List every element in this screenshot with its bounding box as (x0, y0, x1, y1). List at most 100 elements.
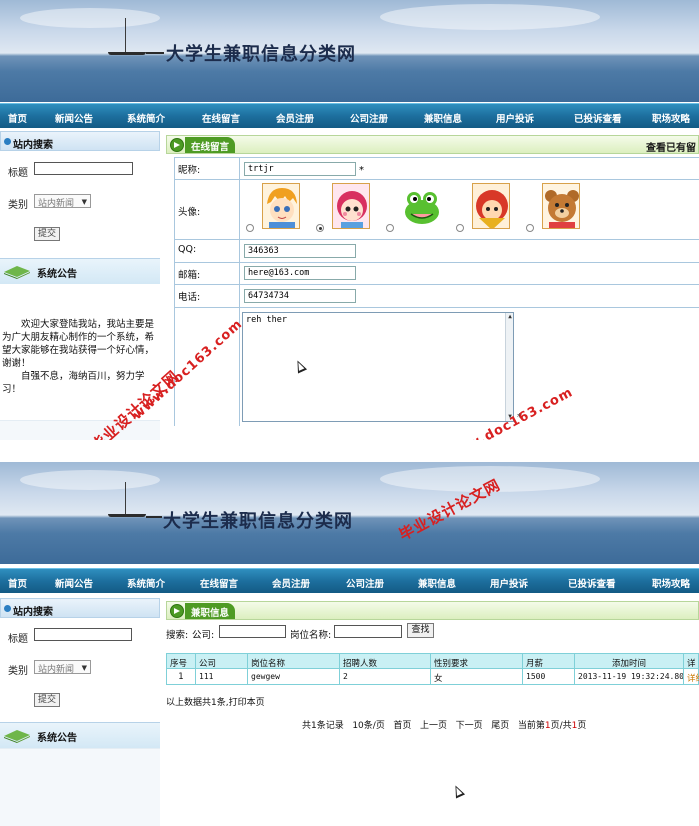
nav-item-news[interactable]: 新闻公告 (55, 111, 93, 125)
boat-hull (108, 514, 146, 517)
nav-item-home[interactable]: 首页 (8, 111, 27, 125)
avatar-radio-5[interactable] (526, 224, 534, 232)
nav-item-jobs[interactable]: 兼职信息 (418, 576, 456, 590)
avatar-radio-1[interactable] (246, 224, 254, 232)
table-row: 1 111 gewgew 2 女 1500 2013-11-19 19:32:2… (166, 669, 699, 685)
company-label: 公司: (192, 630, 215, 641)
title-search-input[interactable] (34, 162, 133, 175)
avatar-radio-3[interactable] (386, 224, 394, 232)
bullet-icon (4, 605, 11, 612)
category-select[interactable]: 站内新闻 ▼ (34, 660, 91, 675)
nav-item-intro[interactable]: 系统简介 (127, 576, 165, 590)
email-input[interactable]: here@163.com (244, 266, 356, 280)
nav-item-career[interactable]: 职场攻略 (652, 576, 690, 590)
required-mark: * (359, 165, 364, 176)
phone-input[interactable]: 64734734 (244, 289, 356, 303)
submit-search-button[interactable]: 提交 (34, 693, 60, 707)
search-panel-header: 站内搜索 (0, 131, 160, 151)
nav-item-company-register[interactable]: 公司注册 (350, 111, 388, 125)
search-panel-title: 站内搜索 (13, 607, 53, 618)
content-textarea[interactable]: reh ther ▲ ▼ (242, 312, 514, 422)
nav-item-intro[interactable]: 系统简介 (127, 111, 165, 125)
screenshot-jobs-page: 大学生兼职信息分类网 首页 新闻公告 系统简介 在线留言 会员注册 公司注册 兼… (0, 462, 699, 826)
nav-item-message[interactable]: 在线留言 (200, 576, 238, 590)
sidebar: 站内搜索 标题 类别 站内新闻 ▼ 提交 系统公告 (0, 596, 160, 826)
site-banner: 大学生兼职信息分类网 (0, 0, 699, 102)
book-icon (4, 730, 30, 743)
content-row: reh ther ▲ ▼ * (174, 308, 699, 426)
cell-company: 111 (196, 669, 248, 684)
position-search-input[interactable] (334, 625, 402, 638)
nav-item-message[interactable]: 在线留言 (202, 111, 240, 125)
last-page-link[interactable]: 尾页 (491, 721, 509, 731)
category-label: 类别 (8, 200, 28, 211)
chevron-down-icon: ▼ (81, 198, 87, 206)
cell-added-time: 2013-11-19 19:32:24.803 (575, 669, 684, 684)
prev-page-link[interactable]: 上一页 (420, 721, 447, 731)
view-messages-link[interactable]: 查看已有留 (646, 139, 696, 154)
qq-row: QQ: 346363 (174, 240, 699, 263)
frog-avatar-icon[interactable] (402, 183, 440, 229)
detail-link[interactable]: 详细 (684, 669, 699, 684)
phone-row: 电话: 64734734 (174, 285, 699, 308)
search-panel-header: 站内搜索 (0, 598, 160, 618)
company-search-input[interactable] (219, 625, 286, 638)
cell-index: 1 (167, 669, 196, 684)
notice-panel-title: 系统公告 (37, 733, 77, 744)
nav-item-register[interactable]: 会员注册 (276, 111, 314, 125)
site-title: 大学生兼职信息分类网 (166, 44, 356, 65)
cloud (380, 4, 600, 30)
submit-search-button[interactable]: 提交 (34, 227, 60, 241)
nav-item-complaint[interactable]: 用户投诉 (490, 576, 528, 590)
cell-salary: 1500 (523, 669, 575, 684)
content-text: reh ther (246, 315, 287, 325)
nav-item-complaint-view[interactable]: 已投诉查看 (568, 576, 616, 590)
boat-hull (108, 52, 146, 55)
per-page: 10条/页 (352, 721, 385, 731)
site-title: 大学生兼职信息分类网 (163, 511, 353, 532)
current-page-prefix: 当前第 (517, 721, 545, 731)
screenshot-message-page: 大学生兼职信息分类网 首页 新闻公告 系统简介 在线留言 会员注册 公司注册 兼… (0, 0, 699, 440)
table-header-row: 序号 公司 岗位名称 招聘人数 性别要求 月薪 添加时间 详 (166, 653, 699, 669)
notice-panel-header: 系统公告 (0, 722, 160, 748)
column-header: 详 (687, 659, 696, 668)
avatar-radio-4[interactable] (456, 224, 464, 232)
boy-avatar-icon[interactable] (262, 183, 300, 229)
next-page-link[interactable]: 下一页 (456, 721, 483, 731)
avatar-label: 头像: (174, 180, 240, 239)
nickname-input[interactable]: trtjr (244, 162, 356, 176)
notice-text: 欢迎大家登陆我站，我站主要是为广大朋友精心制作的一个系统，希望大家能够在我站获得… (2, 319, 155, 369)
banner-line (146, 52, 164, 54)
nav-item-register[interactable]: 会员注册 (272, 576, 310, 590)
girl-hood-avatar-icon[interactable] (472, 183, 510, 229)
find-button[interactable]: 查找 (407, 623, 434, 638)
nav-item-complaint-view[interactable]: 已投诉查看 (574, 111, 622, 125)
column-header: 添加时间 (575, 654, 684, 668)
first-page-link[interactable]: 首页 (393, 721, 411, 731)
cell-gender: 女 (431, 669, 523, 684)
nav-item-complaint[interactable]: 用户投诉 (496, 111, 534, 125)
qq-input[interactable]: 346363 (244, 244, 356, 258)
nav-item-career[interactable]: 职场攻略 (652, 111, 690, 125)
nav-item-company-register[interactable]: 公司注册 (346, 576, 384, 590)
nav-item-home[interactable]: 首页 (8, 576, 27, 590)
bullet-icon (4, 138, 11, 145)
bear-avatar-icon[interactable] (542, 183, 580, 229)
girl-avatar-icon[interactable] (332, 183, 370, 229)
category-select[interactable]: 站内新闻 ▼ (34, 194, 91, 209)
jobs-tab[interactable]: 兼职信息 (185, 603, 236, 619)
message-tab[interactable]: 在线留言 (185, 137, 236, 153)
qq-label: QQ: (174, 240, 240, 262)
nav-item-news[interactable]: 新闻公告 (55, 576, 93, 590)
notice-panel-header: 系统公告 (0, 258, 160, 284)
scroll-up-icon[interactable]: ▲ (506, 313, 514, 321)
column-header: 序号 (167, 654, 196, 668)
column-header: 招聘人数 (340, 654, 431, 668)
title-label: 标题 (8, 168, 28, 179)
nav-item-jobs[interactable]: 兼职信息 (424, 111, 462, 125)
textarea-scrollbar[interactable]: ▲ ▼ (505, 313, 513, 421)
category-select-value: 站内新闻 (38, 199, 75, 209)
title-search-input[interactable] (34, 628, 132, 641)
cell-headcount: 2 (340, 669, 431, 684)
avatar-radio-2[interactable] (316, 224, 324, 232)
